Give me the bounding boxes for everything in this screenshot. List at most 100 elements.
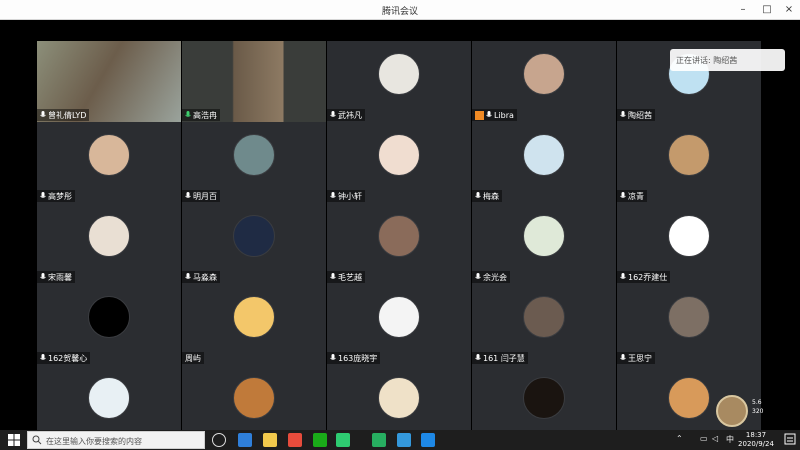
participant-name: 钟小轩 xyxy=(338,191,362,201)
self-avatar-icon[interactable] xyxy=(716,395,748,427)
participant-name: 162贺馨心 xyxy=(48,353,88,363)
participant-namebar: 周屿 xyxy=(182,352,204,364)
participant-tile[interactable]: 明月百 xyxy=(182,122,326,203)
avatar xyxy=(88,377,130,419)
participant-tile[interactable]: Libra xyxy=(472,41,616,122)
mic-icon xyxy=(40,192,46,198)
qq-icon[interactable] xyxy=(313,433,327,447)
participant-tile[interactable]: 曾礼倩LYD xyxy=(37,41,181,122)
participant-tile[interactable]: 毛艺越 xyxy=(327,203,471,284)
network-stats: 5.6 320 xyxy=(752,398,763,416)
chrome-icon[interactable] xyxy=(288,433,302,447)
participant-tile[interactable]: 161 闫子慧 xyxy=(472,284,616,365)
mic-icon xyxy=(620,354,626,360)
battery-icon[interactable]: ▭ xyxy=(700,434,708,443)
avatar xyxy=(668,215,710,257)
participant-name: 161 闫子慧 xyxy=(483,353,525,363)
participant-name: 凉青 xyxy=(628,191,644,201)
participant-name: 陶绍茜 xyxy=(628,110,652,120)
mic-icon xyxy=(330,273,336,279)
mic-icon xyxy=(475,354,481,360)
mic-active-icon xyxy=(185,111,191,117)
participant-grid: 曾礼倩LYD 高浩冉 武祎凡 Libra 陶绍茜高梦彤 明月百 钟小轩 梅森 凉青宋雨馨 马淼森 毛… xyxy=(37,41,761,449)
participant-namebar: 宋雨馨 xyxy=(37,271,75,283)
participant-namebar: 162贺馨心 xyxy=(37,352,91,364)
participant-namebar: 武祎凡 xyxy=(327,109,365,121)
close-icon[interactable]: × xyxy=(778,0,800,20)
avatar xyxy=(88,215,130,257)
mic-icon xyxy=(475,273,481,279)
participant-tile[interactable]: 162贺馨心 xyxy=(37,284,181,365)
store-icon[interactable] xyxy=(397,433,411,447)
participant-tile[interactable]: 163庞晓宇 xyxy=(327,284,471,365)
participant-namebar: 毛艺越 xyxy=(327,271,365,283)
notification-icon[interactable] xyxy=(784,433,796,447)
meeting-stage: 曾礼倩LYD 高浩冉 武祎凡 Libra 陶绍茜高梦彤 明月百 钟小轩 梅森 凉青宋雨馨 马淼森 毛… xyxy=(0,20,800,446)
participant-tile[interactable]: 梅森 xyxy=(472,122,616,203)
mic-icon xyxy=(185,273,191,279)
task-view-icon[interactable] xyxy=(212,433,226,447)
participant-namebar: 162乔建仕 xyxy=(617,271,671,283)
mic-icon xyxy=(330,354,336,360)
avatar xyxy=(88,296,130,338)
mic-icon xyxy=(620,192,626,198)
maximize-icon[interactable]: □ xyxy=(756,0,778,20)
clock-time: 18:37 xyxy=(745,431,767,439)
avatar xyxy=(523,53,565,95)
participant-tile[interactable]: 高浩冉 xyxy=(182,41,326,122)
avatar xyxy=(523,215,565,257)
participant-name: 梅森 xyxy=(483,191,499,201)
windows-start-icon[interactable] xyxy=(8,434,20,446)
taskbar-search-input[interactable]: 在这里输入你要搜索的内容 xyxy=(27,431,205,449)
avatar xyxy=(523,134,565,176)
participant-tile[interactable]: 王思宁 xyxy=(617,284,761,365)
mic-icon xyxy=(330,111,336,117)
avatar xyxy=(233,377,275,419)
avatar xyxy=(88,134,130,176)
window-titlebar: 腾讯会议 – □ × xyxy=(0,0,800,20)
file-explorer-icon[interactable] xyxy=(263,433,277,447)
participant-namebar: 钟小轩 xyxy=(327,190,365,202)
desktop: 腾讯会议 – □ × 曾礼倩LYD 高浩冉 武祎凡 Libra 陶绍茜高梦彤 明月百 钟小轩… xyxy=(0,0,800,450)
participant-name: 高梦彤 xyxy=(48,191,72,201)
participant-namebar: 高梦彤 xyxy=(37,190,75,202)
participant-tile[interactable]: 武祎凡 xyxy=(327,41,471,122)
edge-icon[interactable] xyxy=(238,433,252,447)
participant-namebar: 余光会 xyxy=(472,271,510,283)
network-stat-1: 5.6 xyxy=(752,399,762,406)
participant-tile[interactable]: 马淼森 xyxy=(182,203,326,284)
ime-indicator[interactable]: 中 xyxy=(726,434,734,445)
participant-tile[interactable]: 钟小轩 xyxy=(327,122,471,203)
participant-tile[interactable]: 凉青 xyxy=(617,122,761,203)
participant-name: 马淼森 xyxy=(193,272,217,282)
avatar xyxy=(523,296,565,338)
tencent-meeting-icon[interactable] xyxy=(421,433,435,447)
participant-tile[interactable]: 高梦彤 xyxy=(37,122,181,203)
mic-icon xyxy=(475,192,481,198)
taskbar-clock[interactable]: 18:37 2020/9/24 xyxy=(738,431,774,449)
participant-namebar: 161 闫子慧 xyxy=(472,352,528,364)
participant-name: 王思宁 xyxy=(628,353,652,363)
mic-icon xyxy=(40,111,46,117)
participant-namebar: 高浩冉 xyxy=(182,109,220,121)
participant-namebar: 王思宁 xyxy=(617,352,655,364)
participant-tile[interactable]: 余光会 xyxy=(472,203,616,284)
participant-namebar: 梅森 xyxy=(472,190,502,202)
mic-icon xyxy=(330,192,336,198)
participant-tile[interactable]: 宋雨馨 xyxy=(37,203,181,284)
avatar xyxy=(378,53,420,95)
volume-icon[interactable]: ◁ xyxy=(712,434,718,443)
participant-namebar: 163庞晓宇 xyxy=(327,352,381,364)
speaking-toast-text: 正在讲话: 陶绍茜 xyxy=(676,56,738,65)
minimize-icon[interactable]: – xyxy=(732,0,754,20)
people-icon[interactable]: ⌃ xyxy=(676,434,683,443)
participant-namebar: 马淼森 xyxy=(182,271,220,283)
participant-tile[interactable]: 162乔建仕 xyxy=(617,203,761,284)
360-icon[interactable] xyxy=(372,433,386,447)
participant-tile[interactable]: 周屿 xyxy=(182,284,326,365)
avatar xyxy=(378,134,420,176)
participant-namebar: 明月百 xyxy=(182,190,220,202)
wechat-icon[interactable] xyxy=(336,433,350,447)
participant-name: 周屿 xyxy=(185,353,201,363)
participant-name: 宋雨馨 xyxy=(48,272,72,282)
